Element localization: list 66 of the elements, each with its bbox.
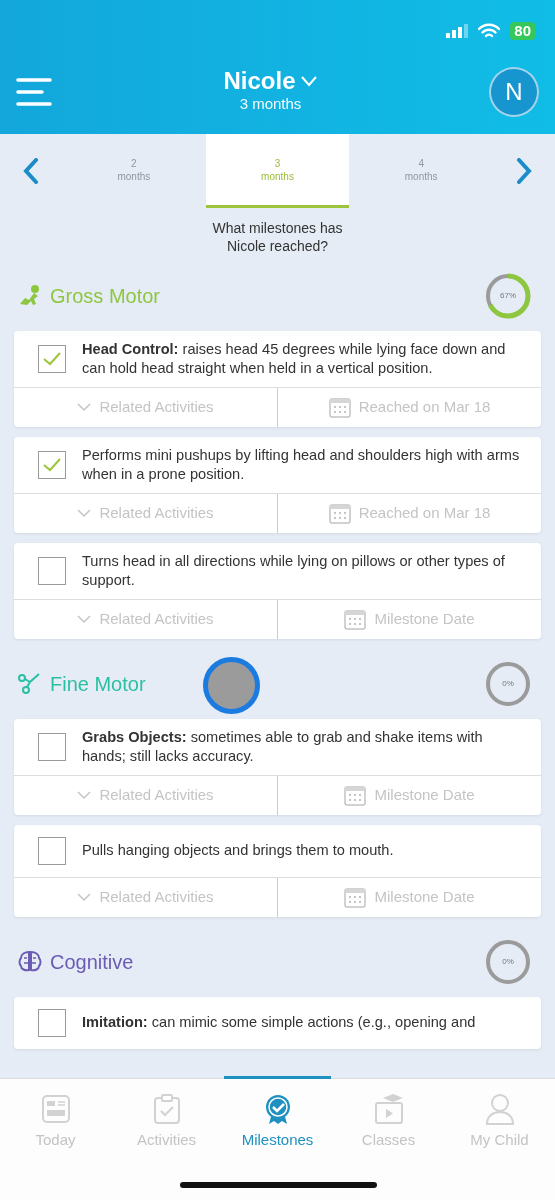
checkbox[interactable] [38,556,66,585]
calendar-icon [344,886,367,909]
related-activities-button[interactable]: Related Activities [77,608,214,631]
chevron-down-icon[interactable] [299,74,318,87]
chevron-down-icon [77,892,92,902]
chevron-down-icon [77,790,92,800]
chevron-down-icon [77,508,92,518]
month-unit: months [261,169,294,183]
checkbox[interactable] [38,836,66,865]
question-text: What milestones has Nicole reached? [211,220,344,255]
month-number: 2 [131,156,137,170]
percent-label: 0% [502,679,514,688]
calendar-icon [328,502,351,525]
month-unit: months [404,169,438,183]
child-name[interactable]: Nicole [223,68,296,93]
milestone-text: Pulls hanging objects and brings them to mouth. [82,841,394,861]
chevron-down-icon [77,402,92,412]
related-activities-button[interactable]: Related Activities [77,396,214,419]
related-activities-button[interactable]: Related Activities [77,886,214,909]
milestone-text: Grabs Objects: sometimes able to grab and shake items with hands; still lacks accuracy. [82,727,484,766]
month-tab[interactable]: 3 months [205,134,350,208]
checkbox[interactable] [38,1008,66,1037]
tab-bar-item[interactable]: Activities [111,1079,222,1200]
milestone-date-button[interactable]: Milestone Date [344,886,475,909]
tab-bar-item[interactable]: Classes [333,1079,444,1200]
month-unit: months [117,169,151,183]
calendar-icon [328,396,351,419]
percent-label: 67% [500,292,516,300]
calendar-icon [344,608,367,631]
milestone-text: Head Control: raises head 45 degrees while lying face down and can hold head straight when held in a vertical position. [82,340,507,378]
milestone-text: Imitation: can mimic some simple actions (e.g., opening and [82,1013,476,1033]
milestone-text: Turns head in all directions while lying on pillows or other types of support. [82,551,506,590]
newspaper-icon [39,1093,72,1125]
section-title: Cognitive [50,949,134,975]
checkbox[interactable] [38,450,66,479]
checkmark-icon [42,456,62,473]
checkbox[interactable] [38,732,66,761]
progress-ring [483,271,533,321]
child-age: 3 months [238,93,303,114]
percent-label: 0% [502,957,514,966]
calendar-icon [344,784,367,807]
person-icon [483,1093,516,1125]
month-tab[interactable]: 2 months [62,134,206,208]
tab-bar-item[interactable]: Today [0,1079,111,1200]
section-title: Gross Motor [50,284,161,309]
checkbox[interactable] [38,344,66,373]
milestone-date-button[interactable]: Reached on Mar 18 [328,396,491,419]
related-activities-button[interactable]: Related Activities [77,784,214,807]
video-play-icon [372,1093,405,1125]
milestone-date-button[interactable]: Reached on Mar 18 [328,502,491,525]
tab-bar-item[interactable]: My Child [444,1079,555,1200]
checkmark-icon [42,350,62,367]
milestone-date-button[interactable]: Milestone Date [344,784,475,807]
battery-level: 80 [510,22,535,40]
chevron-down-icon [77,614,92,624]
related-activities-button[interactable]: Related Activities [77,502,214,525]
month-tab[interactable]: 4 months [349,134,493,208]
wifi-icon [478,23,501,39]
month-number: 3 [274,156,281,170]
avatar[interactable]: N [489,67,539,117]
menu-icon[interactable] [16,77,52,107]
milestone-text: Performs mini pushups by lifting head and shoulders high with arms when in a prone position. [82,445,521,484]
month-number: 4 [418,156,424,170]
section-title: Fine Motor [50,671,146,697]
signal-icon [446,24,469,38]
milestone-date-button[interactable]: Milestone Date [344,608,475,631]
